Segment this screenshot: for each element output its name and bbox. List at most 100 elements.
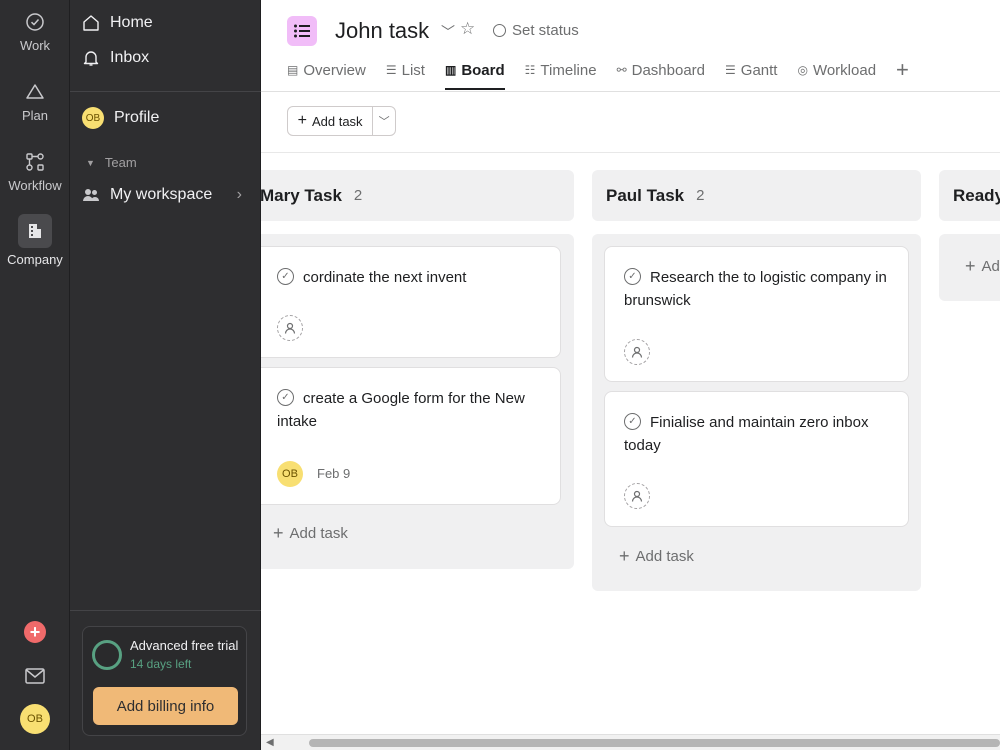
overview-icon: ▤: [287, 63, 299, 77]
column-add-task-button[interactable]: + Add task: [273, 523, 348, 544]
task-name: cordinate the next invent: [303, 269, 467, 286]
column-header[interactable]: Mary Task 2: [261, 170, 574, 221]
sidebar-section-team[interactable]: ▼ Team: [86, 155, 137, 170]
column-count: 2: [353, 187, 363, 204]
tab-gantt[interactable]: ☰ Gantt: [725, 58, 777, 82]
tab-list[interactable]: ☰ List: [386, 58, 425, 82]
board-icon: ▥: [444, 63, 457, 77]
chevron-down-icon: ﹀: [378, 116, 390, 128]
sidebar-item-profile[interactable]: OB Profile: [82, 107, 159, 129]
add-billing-info-button[interactable]: Add billing info: [93, 687, 238, 725]
sidebar-item-home[interactable]: Home: [82, 14, 153, 32]
add-task-button[interactable]: + Add task: [288, 107, 374, 135]
rail-inbox-button[interactable]: [0, 666, 70, 686]
rail-item-company[interactable]: Company: [0, 214, 70, 267]
status-circle-icon: [493, 24, 506, 37]
task-card[interactable]: ✓ cordinate the next invent: [261, 246, 561, 358]
list-icon: ☰: [385, 63, 397, 77]
sidebar-divider: [70, 91, 261, 92]
people-icon: [83, 189, 99, 201]
column-count: 2: [696, 187, 705, 204]
rail-item-plan[interactable]: Plan: [0, 82, 70, 123]
toolbar-divider: [261, 152, 1000, 153]
add-task-split-button: + Add task ﹀: [287, 106, 396, 136]
trial-section: Advanced free trial 14 days left Add bil…: [70, 610, 261, 750]
check-circle-icon: [26, 13, 44, 31]
rail-label-plan: Plan: [21, 108, 49, 123]
tab-dashboard[interactable]: ⚯ Dashboard: [617, 58, 705, 82]
chevron-right-icon[interactable]: ›: [237, 186, 242, 204]
scrollbar-thumb[interactable]: [309, 739, 1000, 747]
column-add-task-button[interactable]: + Ad: [965, 256, 1000, 277]
add-task-label: Add task: [311, 113, 363, 129]
rail-item-workflow[interactable]: Workflow: [0, 152, 70, 193]
column-title: Ready: [953, 185, 1000, 205]
add-tab-button[interactable]: +: [896, 58, 909, 82]
sidebar-item-inbox[interactable]: Inbox: [82, 49, 149, 67]
section-label: Team: [104, 155, 137, 170]
create-button[interactable]: +: [0, 621, 70, 643]
avatar: OB: [20, 704, 50, 734]
trial-card: Advanced free trial 14 days left Add bil…: [82, 626, 247, 736]
list-icon: [294, 24, 310, 38]
company-icon-box: [18, 214, 52, 248]
sidebar-item-my-workspace[interactable]: My workspace: [82, 186, 212, 204]
tab-label: Overview: [303, 61, 366, 79]
column-add-task-button[interactable]: + Add task: [619, 546, 694, 567]
assignee-placeholder[interactable]: [624, 483, 650, 509]
task-name: create a Google form for the New intake: [277, 390, 525, 430]
tab-overview[interactable]: ▤ Overview: [287, 58, 366, 82]
sidebar-item-label: Home: [110, 14, 153, 31]
plus-icon: +: [619, 546, 630, 566]
gantt-icon: ☰: [725, 63, 736, 77]
assignee-placeholder[interactable]: [624, 339, 650, 365]
sidebar-item-label: My workspace: [110, 186, 213, 203]
due-date[interactable]: Feb 9: [317, 466, 350, 481]
tab-board[interactable]: ▥ Board: [444, 58, 505, 90]
column-header[interactable]: Paul Task 2: [592, 170, 921, 221]
header-divider: [261, 91, 1000, 92]
column-title: Mary Task: [261, 185, 342, 205]
assignee-placeholder[interactable]: [277, 315, 303, 341]
tab-label: Board: [461, 61, 505, 79]
global-rail: Work Plan Workflow Company + OB: [0, 0, 70, 750]
bell-icon: [83, 51, 99, 66]
set-status-button[interactable]: Set status: [493, 22, 579, 39]
user-avatar-button[interactable]: OB: [0, 704, 70, 734]
assignee-avatar[interactable]: OB: [277, 461, 303, 487]
tab-label: Dashboard: [631, 61, 706, 79]
task-card[interactable]: ✓ create a Google form for the New intak…: [261, 367, 561, 505]
tab-workload[interactable]: ◎ Workload: [797, 58, 876, 82]
column-title: Paul Task: [606, 185, 685, 205]
building-icon: [29, 224, 41, 238]
task-name: Finialise and maintain zero inbox today: [624, 414, 869, 454]
tab-label: List: [401, 61, 425, 79]
rail-item-work[interactable]: Work: [0, 12, 70, 53]
person-icon: [284, 322, 296, 334]
page-title: John task: [335, 18, 430, 43]
caret-down-icon: ▼: [86, 157, 95, 168]
add-task-label: Add task: [635, 548, 694, 565]
add-task-dropdown-button[interactable]: ﹀: [373, 107, 395, 135]
tab-label: Timeline: [540, 61, 597, 79]
trial-progress-ring: [92, 640, 122, 670]
rail-label-work: Work: [19, 38, 51, 53]
main-content: John task ﹀ ☆ Set status ▤ Overview ☰ List…: [261, 0, 1000, 750]
timeline-icon: ☷: [524, 63, 536, 77]
sidebar-item-label: Profile: [114, 109, 160, 126]
chevron-down-icon[interactable]: ﹀: [441, 22, 455, 42]
project-icon[interactable]: [287, 16, 317, 46]
task-card[interactable]: ✓ Research the to logistic company in br…: [604, 246, 909, 382]
tab-timeline[interactable]: ☷ Timeline: [525, 58, 597, 82]
scroll-left-arrow-icon[interactable]: ◀: [266, 737, 274, 748]
person-icon: [631, 490, 643, 502]
horizontal-scrollbar[interactable]: ◀: [261, 734, 1000, 750]
column-header[interactable]: Ready: [939, 170, 1000, 221]
view-tabs: ▤ Overview ☰ List ▥ Board ☷ Timeline ⚯ Dashbo…: [287, 58, 929, 92]
tab-label: Workload: [812, 61, 877, 79]
plus-icon: +: [273, 523, 284, 543]
task-card[interactable]: ✓ Finialise and maintain zero inbox toda…: [604, 391, 909, 527]
star-icon[interactable]: ☆: [460, 19, 475, 39]
dashboard-icon: ⚯: [616, 63, 627, 77]
add-task-label: Add task: [289, 525, 348, 542]
